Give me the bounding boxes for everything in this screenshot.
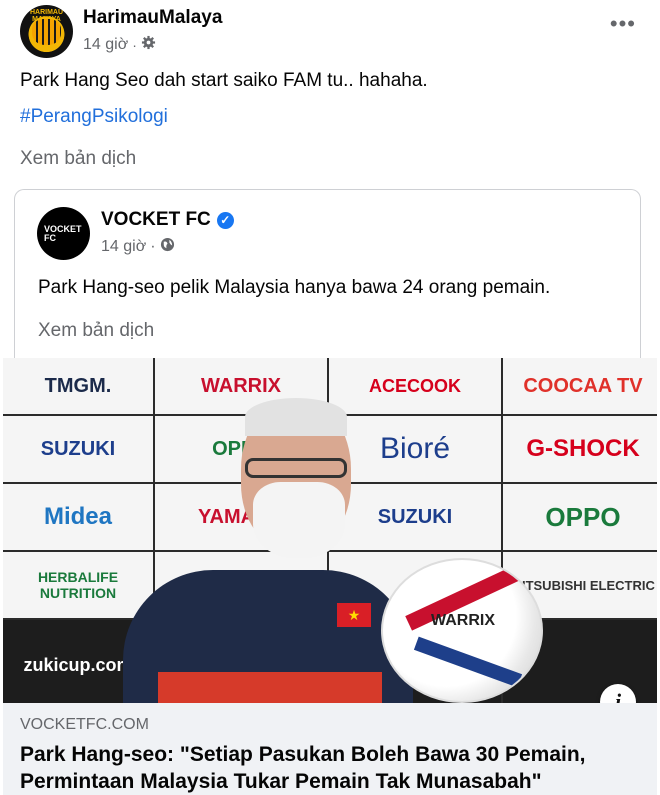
post-author[interactable]: HarimauMalaya bbox=[83, 7, 222, 29]
link-headline[interactable]: Park Hang-seo: "Setiap Pasukan Boleh Baw… bbox=[20, 741, 650, 795]
shared-post-author[interactable]: VOCKET FC bbox=[101, 209, 211, 231]
post-time[interactable]: 14 giờ bbox=[83, 36, 128, 54]
link-domain: VOCKETFC.COM bbox=[20, 716, 149, 733]
gear-icon bbox=[141, 35, 156, 55]
nameplate bbox=[158, 672, 382, 703]
tiger-logo-icon bbox=[32, 19, 61, 45]
link-preview[interactable]: VOCKETFC.COM Park Hang-seo: "Setiap Pasu… bbox=[3, 703, 657, 795]
shared-post-text: Park Hang-seo pelik Malaysia hanya bawa … bbox=[38, 277, 551, 298]
meta-separator: · bbox=[132, 37, 137, 53]
globe-icon bbox=[160, 237, 175, 257]
shared-post-meta: 14 giờ · bbox=[101, 237, 175, 257]
shared-post-time[interactable]: 14 giờ bbox=[101, 238, 146, 256]
sponsor-logo: OPPO bbox=[503, 484, 657, 550]
post-text: Park Hang Seo dah start saiko FAM tu.. h… bbox=[20, 70, 428, 91]
glasses-icon bbox=[245, 458, 347, 478]
see-translation-link[interactable]: Xem bản dịch bbox=[20, 148, 136, 170]
football: WARRIX bbox=[381, 558, 543, 703]
coach-figure: ★ bbox=[123, 398, 413, 703]
sponsor-logo: G-SHOCK bbox=[503, 416, 657, 482]
ball-brand: WARRIX bbox=[431, 612, 495, 629]
shared-page-avatar[interactable]: VOCKET FC bbox=[37, 207, 90, 260]
ball-stripe bbox=[413, 636, 523, 688]
post-meta: 14 giờ · bbox=[83, 35, 156, 55]
page-avatar[interactable]: HARIMAU MALAYA bbox=[20, 5, 73, 58]
face-mask bbox=[253, 482, 345, 558]
hashtag-link[interactable]: #PerangPsikologi bbox=[20, 106, 168, 128]
meta-separator: · bbox=[150, 238, 156, 255]
press-conference-photo[interactable]: TMGM. WARRIX ACECOOK COOCAA TV SUZUKI OP… bbox=[3, 358, 657, 703]
more-options-button[interactable]: ••• bbox=[610, 11, 636, 37]
vietnam-flag-icon: ★ bbox=[337, 603, 371, 627]
shared-see-translation-link[interactable]: Xem bản dịch bbox=[38, 320, 154, 342]
sponsor-logo: COOCAA TV bbox=[503, 358, 657, 414]
shared-post-author-row: VOCKET FC ✓ bbox=[101, 209, 234, 231]
post-header: HARIMAU MALAYA HarimauMalaya 14 giờ · ••… bbox=[20, 5, 640, 60]
coach-hair bbox=[245, 398, 347, 436]
verified-badge-icon: ✓ bbox=[216, 211, 234, 229]
